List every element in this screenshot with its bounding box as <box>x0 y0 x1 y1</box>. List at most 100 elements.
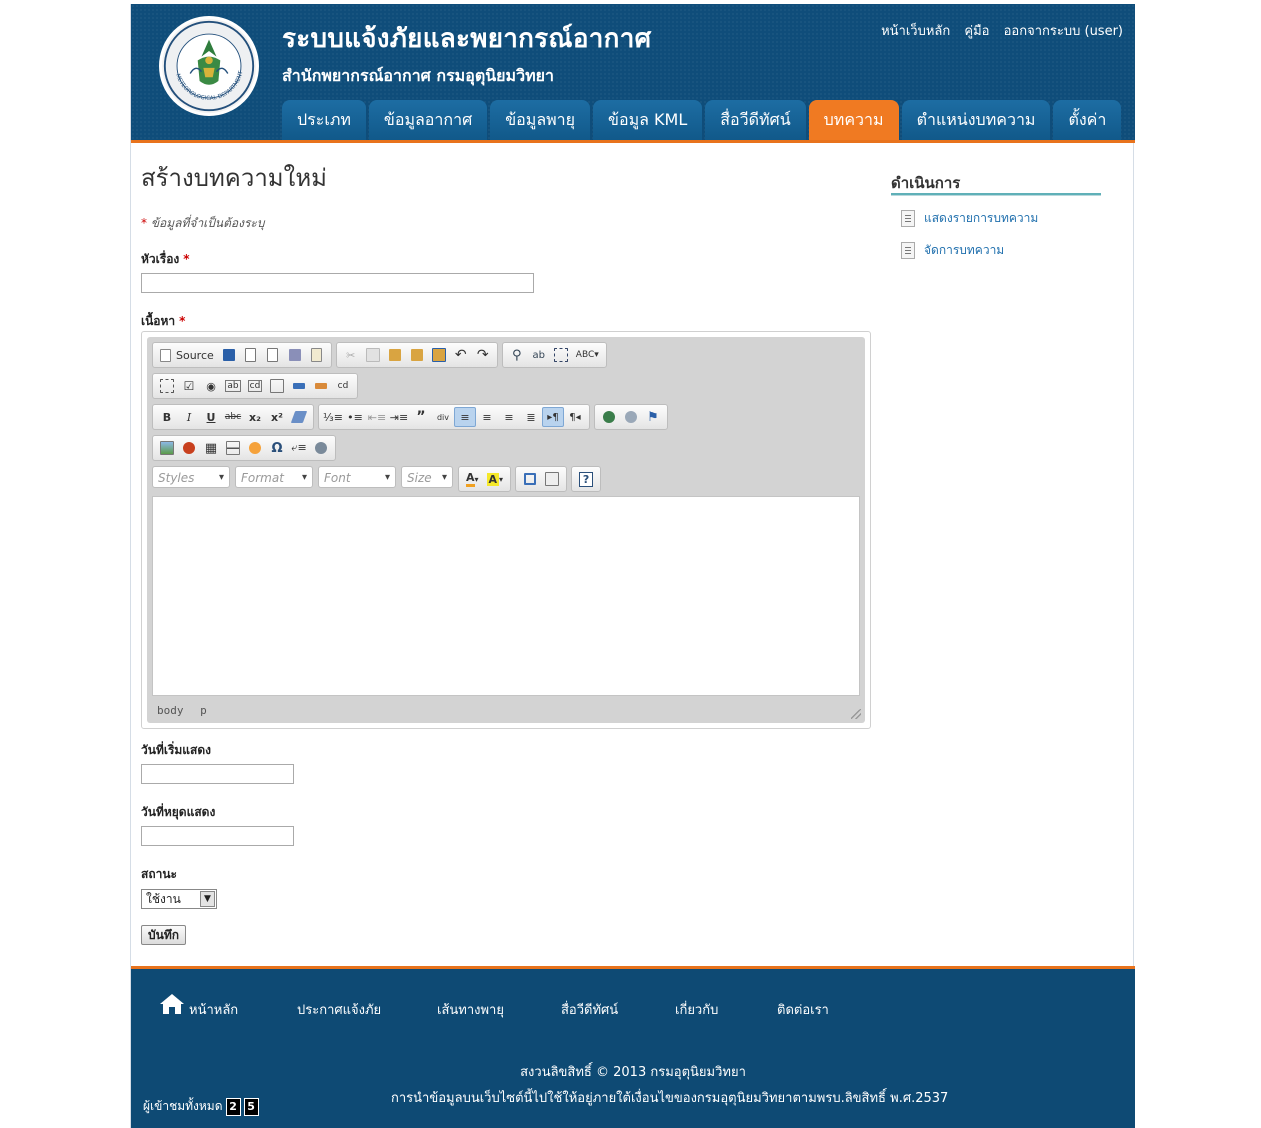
toolbar-group-paragraph: ⅓≡ •≡ ⇤≡ ⇥≡ ” div ≡ ≡ ≡ ≣ ▸¶ ¶◂ <box>318 404 590 430</box>
horizontal-rule-icon <box>226 441 240 455</box>
page-container: METEOROLOGICAL DEPARTMENT ระบบแจ้งภัยและ… <box>130 4 1135 1128</box>
footer-link-contact[interactable]: ติดต่อเรา <box>777 999 829 1020</box>
templates-button[interactable] <box>306 345 328 365</box>
save-button[interactable]: บันทึก <box>141 925 186 945</box>
footer-link-storm-track[interactable]: เส้นทางพายุ <box>437 999 504 1020</box>
justify-button[interactable]: ≣ <box>520 407 542 427</box>
tab-article-position[interactable]: ตำแหน่งบทความ <box>901 100 1051 140</box>
tab-kml-data[interactable]: ข้อมูล KML <box>593 100 703 140</box>
underline-button[interactable]: U <box>200 407 222 427</box>
hidden-field-button[interactable]: cd <box>332 376 354 396</box>
status-select[interactable]: ใช้งาน ▼ <box>141 889 217 909</box>
iframe-button[interactable] <box>310 438 332 458</box>
paste-button[interactable] <box>384 345 406 365</box>
paste-word-button[interactable] <box>428 345 450 365</box>
align-center-button[interactable]: ≡ <box>476 407 498 427</box>
indent-button[interactable]: ⇥≡ <box>388 407 410 427</box>
tab-weather-data[interactable]: ข้อมูลอากาศ <box>368 100 488 140</box>
preview-button[interactable] <box>262 345 284 365</box>
superscript-button[interactable]: x² <box>266 407 288 427</box>
paste-text-button[interactable] <box>406 345 428 365</box>
select-field-button[interactable] <box>266 376 288 396</box>
tab-articles[interactable]: บทความ <box>808 100 899 140</box>
flash-button[interactable] <box>178 438 200 458</box>
outdent-button[interactable]: ⇤≡ <box>366 407 388 427</box>
checkbox-button[interactable]: ☑ <box>178 376 200 396</box>
editor-content-area[interactable] <box>152 496 860 696</box>
strike-button[interactable]: abc <box>222 407 244 427</box>
help-button[interactable]: ? <box>575 469 597 489</box>
image-button[interactable] <box>156 438 178 458</box>
numbered-list-button[interactable]: ⅓≡ <box>322 407 344 427</box>
select-all-button[interactable] <box>550 345 572 365</box>
align-right-button[interactable]: ≡ <box>498 407 520 427</box>
bg-color-button[interactable]: A ▾ <box>483 469 508 489</box>
new-page-button[interactable] <box>240 345 262 365</box>
table-button[interactable]: ▦ <box>200 438 222 458</box>
bulleted-list-button[interactable]: •≡ <box>344 407 366 427</box>
list-document-icon <box>901 210 915 227</box>
sidebar-item-manage-articles[interactable]: จัดการบทความ <box>901 241 1004 260</box>
tab-category[interactable]: ประเภท <box>282 100 366 140</box>
remove-format-button[interactable] <box>288 407 310 427</box>
title-input[interactable] <box>141 273 534 293</box>
tab-settings[interactable]: ตั้งค่า <box>1053 100 1122 140</box>
anchor-button[interactable]: ⚑ <box>642 407 664 427</box>
form-button[interactable] <box>156 376 178 396</box>
undo-button[interactable]: ↶ <box>450 345 472 365</box>
align-left-button[interactable]: ≡ <box>454 407 476 427</box>
smiley-button[interactable] <box>244 438 266 458</box>
manual-link[interactable]: คู่มือ <box>964 24 989 39</box>
size-combo[interactable]: Size <box>401 466 453 489</box>
footer-link-warnings[interactable]: ประกาศแจ้งภัย <box>297 999 381 1020</box>
start-date-input[interactable] <box>141 764 294 784</box>
source-button[interactable]: Source <box>156 345 218 365</box>
textarea-button[interactable]: cd <box>244 376 266 396</box>
department-logo[interactable]: METEOROLOGICAL DEPARTMENT <box>159 16 259 116</box>
sidebar-item-list-articles[interactable]: แสดงรายการบทความ <box>901 209 1038 228</box>
blockquote-button[interactable]: ” <box>410 407 432 427</box>
print-button[interactable] <box>284 345 306 365</box>
spellcheck-button[interactable]: ABC▾ <box>572 345 603 365</box>
path-body[interactable]: body <box>157 704 184 717</box>
textfield-button[interactable]: ab <box>222 376 244 396</box>
div-button[interactable]: div <box>432 407 454 427</box>
styles-combo[interactable]: Styles <box>152 466 230 489</box>
cut-button[interactable]: ✂ <box>340 345 362 365</box>
tab-video[interactable]: สื่อวีดีทัศน์ <box>705 100 806 140</box>
footer-link-video[interactable]: สื่อวีดีทัศน์ <box>561 999 618 1020</box>
site-title: ระบบแจ้งภัยและพยากรณ์อากาศ <box>282 24 652 54</box>
format-combo[interactable]: Format <box>235 466 313 489</box>
find-button[interactable]: ⚲ <box>506 345 528 365</box>
show-blocks-button[interactable] <box>541 469 563 489</box>
image-button-field[interactable] <box>310 376 332 396</box>
horizontal-rule-button[interactable] <box>222 438 244 458</box>
page-break-button[interactable]: ⤶≡ <box>288 438 310 458</box>
font-combo[interactable]: Font <box>318 466 396 489</box>
home-site-link[interactable]: หน้าเว็บหลัก <box>881 24 950 39</box>
footer-link-about[interactable]: เกี่ยวกับ <box>675 999 718 1020</box>
path-p[interactable]: p <box>200 704 207 717</box>
redo-button[interactable]: ↷ <box>472 345 494 365</box>
resize-handle-icon[interactable] <box>851 709 861 719</box>
replace-button[interactable]: ab <box>528 345 550 365</box>
unlink-button[interactable] <box>620 407 642 427</box>
home-icon[interactable] <box>159 993 185 1015</box>
stop-date-input[interactable] <box>141 826 294 846</box>
bold-button[interactable]: B <box>156 407 178 427</box>
save-doc-button[interactable] <box>218 345 240 365</box>
link-button[interactable] <box>598 407 620 427</box>
italic-button[interactable]: I <box>178 407 200 427</box>
rtl-button[interactable]: ¶◂ <box>564 407 586 427</box>
text-color-button[interactable]: A ▾ <box>462 469 483 489</box>
radio-button[interactable]: ◉ <box>200 376 222 396</box>
tab-storm-data[interactable]: ข้อมูลพายุ <box>490 100 591 140</box>
subscript-button[interactable]: x₂ <box>244 407 266 427</box>
special-char-button[interactable]: Ω <box>266 438 288 458</box>
copy-button[interactable] <box>362 345 384 365</box>
logout-link[interactable]: ออกจากระบบ (user) <box>1004 24 1123 39</box>
maximize-button[interactable] <box>519 469 541 489</box>
footer-link-home[interactable]: หน้าหลัก <box>189 999 238 1020</box>
button-field-button[interactable] <box>288 376 310 396</box>
ltr-button[interactable]: ▸¶ <box>542 407 564 427</box>
